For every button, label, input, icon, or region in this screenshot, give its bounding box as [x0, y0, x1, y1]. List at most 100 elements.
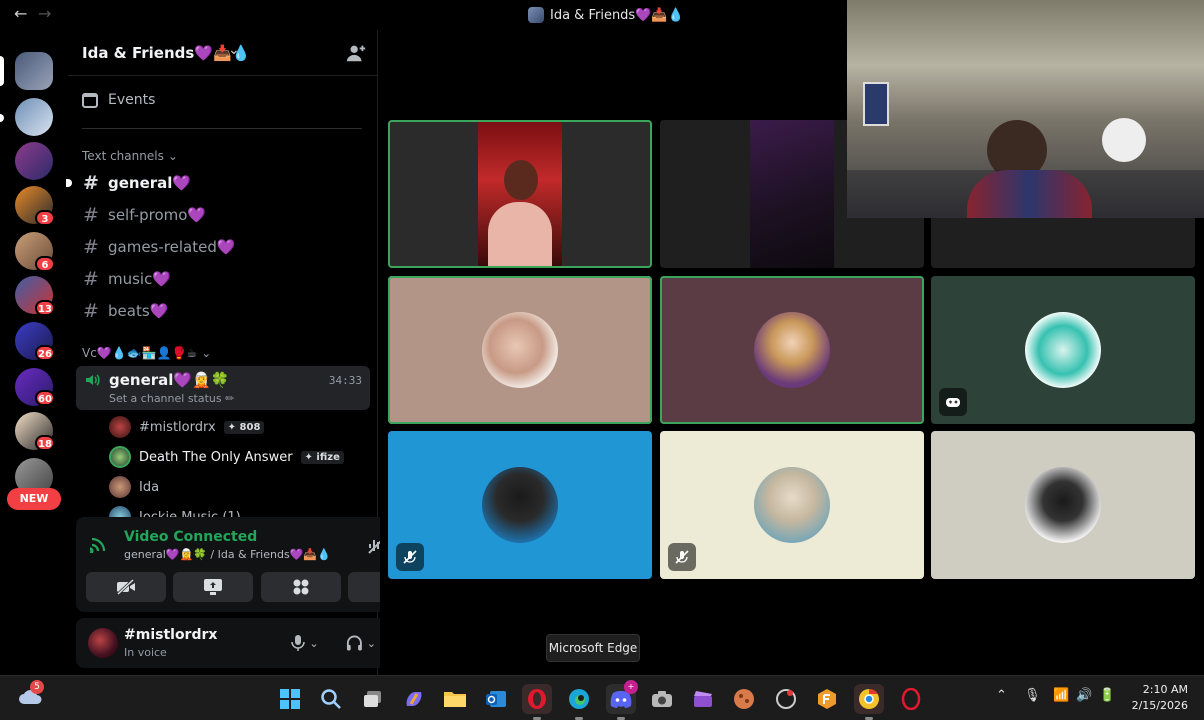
weather-widget[interactable]: 5	[18, 680, 44, 710]
speaker-icon	[86, 374, 100, 386]
task-view-icon	[364, 691, 381, 707]
edge-button[interactable]	[564, 684, 594, 720]
volume-icon[interactable]: 🔊	[1076, 688, 1092, 703]
server-badge: 6	[35, 256, 55, 272]
chevron-down-icon[interactable]: ⌄	[228, 42, 240, 58]
chrome-button[interactable]	[854, 684, 884, 720]
new-badge[interactable]: NEW	[7, 488, 61, 510]
activities-button[interactable]	[261, 572, 341, 602]
screen-share-button[interactable]	[173, 572, 253, 602]
video-tile[interactable]	[388, 120, 652, 268]
fl-studio-button[interactable]	[812, 684, 842, 714]
microphone-muted-icon	[675, 550, 689, 564]
file-explorer-button[interactable]	[440, 684, 470, 714]
discord-button[interactable]: +	[606, 680, 638, 720]
video-tile[interactable]	[931, 276, 1195, 424]
participant-avatar	[1025, 312, 1101, 388]
battery-charging-icon[interactable]: 🔋	[1099, 688, 1115, 703]
user-avatar[interactable]	[88, 628, 118, 658]
unread-pill	[0, 114, 4, 122]
voice-user-name: Ida	[139, 479, 160, 495]
user-tag: ✦ 808	[223, 420, 265, 434]
video-tile[interactable]	[660, 276, 924, 424]
lamp-shade	[1102, 118, 1146, 162]
voice-user[interactable]: #mistlordrx ✦ 808	[109, 415, 265, 439]
video-tile[interactable]	[388, 431, 652, 579]
channel-status[interactable]: Set a channel status ✏	[109, 392, 234, 405]
category-voice-channels[interactable]: Vc💜💧🐟🏪👤🥊☕ ⌄	[82, 346, 211, 360]
task-view-button[interactable]	[358, 684, 388, 714]
hash-icon: #	[83, 268, 99, 290]
server-header[interactable]: Ida & Friends💜📥💧 ⌄	[68, 30, 378, 76]
server-icon-mini	[528, 7, 544, 23]
start-button[interactable]	[275, 684, 305, 714]
channel-self-promo[interactable]: # self-promo💜	[82, 201, 368, 229]
microphone-tray-icon[interactable]: 🎙	[1024, 688, 1041, 703]
opera-gx-button[interactable]	[896, 684, 926, 714]
hash-icon: #	[83, 236, 99, 258]
server-badge: 13	[35, 300, 55, 316]
voice-user[interactable]: Death The Only Answer ✦ ifize	[109, 445, 344, 469]
self-camera-view[interactable]	[847, 0, 1204, 218]
edge-icon	[569, 689, 589, 709]
server-icon-2[interactable]	[15, 98, 53, 136]
activities-icon	[293, 579, 309, 595]
server-icon-1[interactable]	[15, 52, 53, 90]
server-rail: 3 6 13 26 60 18 NEW	[0, 30, 66, 675]
voice-user[interactable]: Ida	[109, 475, 159, 499]
chrome-icon	[859, 688, 879, 709]
video-feed	[750, 120, 834, 268]
channel-beats[interactable]: # beats💜	[82, 297, 368, 325]
server-icon-3[interactable]	[15, 142, 53, 180]
taskbar-tooltip: Microsoft Edge	[546, 634, 640, 662]
hash-icon: #	[83, 300, 99, 322]
video-tile[interactable]	[388, 276, 652, 424]
chevron-up-icon[interactable]: ⌃	[996, 688, 1007, 703]
invite-user-icon[interactable]	[345, 42, 367, 64]
avatar	[109, 416, 131, 438]
notification-dot: +	[624, 680, 638, 694]
call-timer: 34:33	[328, 374, 362, 387]
camera-off-button[interactable]	[86, 572, 166, 602]
video-tile[interactable]	[931, 431, 1195, 579]
channel-music[interactable]: # music💜	[82, 265, 368, 293]
channel-name: general💜	[108, 174, 192, 192]
chevron-down-icon[interactable]: ⌄	[367, 637, 376, 650]
selected-server-indicator	[0, 56, 4, 86]
category-text-channels[interactable]: Text channels ⌄	[82, 149, 178, 163]
fl-studio-icon	[818, 689, 836, 709]
avatar	[109, 446, 131, 468]
forward-arrow-icon[interactable]: →	[38, 4, 51, 23]
back-arrow-icon[interactable]: ←	[14, 4, 27, 23]
system-clock[interactable]: 2:10 AM 2/15/2026	[1132, 682, 1188, 714]
divider	[82, 128, 362, 129]
category-label: Vc💜💧🐟🏪👤🥊☕	[82, 346, 198, 360]
app-button-cookie[interactable]	[729, 684, 759, 714]
connection-signal-icon[interactable]	[90, 535, 110, 553]
video-tile[interactable]	[660, 431, 924, 579]
server-badge: 18	[35, 435, 55, 451]
clipchamp-button[interactable]	[688, 684, 718, 714]
headphone-icon	[346, 635, 362, 651]
outlook-button[interactable]	[481, 684, 511, 714]
headphone-toggle[interactable]: ⌄	[346, 632, 376, 654]
app-button-game[interactable]	[771, 684, 801, 714]
channel-games-related[interactable]: # games-related💜	[82, 233, 368, 261]
voice-status-subtitle[interactable]: general💜🧝🍀 / Ida & Friends💜📥💧	[124, 548, 331, 561]
events-link[interactable]: Events	[82, 92, 155, 108]
participant-avatar	[482, 467, 558, 543]
channel-general[interactable]: # general💜	[66, 169, 368, 197]
participant-avatar	[754, 467, 830, 543]
microphone-icon	[291, 635, 306, 651]
camera-app-button[interactable]	[647, 684, 677, 714]
microphone-toggle[interactable]: ⌄	[290, 632, 320, 654]
screen-share-icon	[204, 579, 222, 595]
copilot-button[interactable]	[399, 684, 429, 714]
participant-avatar	[482, 312, 558, 388]
chevron-down-icon[interactable]: ⌄	[309, 637, 318, 650]
voice-channel-general[interactable]: general💜🧝🍀 Set a channel status ✏ 34:33	[76, 366, 370, 410]
opera-button[interactable]	[522, 684, 552, 720]
search-button[interactable]	[316, 684, 346, 714]
wifi-icon[interactable]: 📶	[1053, 688, 1069, 703]
windows-logo-icon	[280, 689, 300, 709]
